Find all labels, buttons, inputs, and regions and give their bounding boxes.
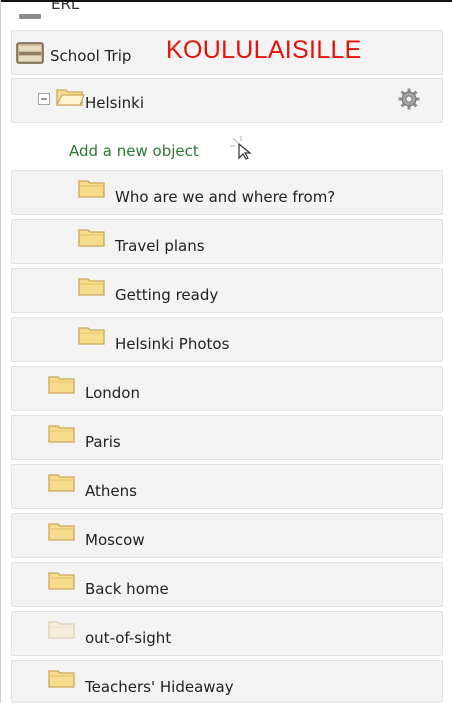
add-new-object-link[interactable]: Add a new object: [69, 142, 199, 160]
gear-icon[interactable]: [398, 88, 420, 110]
list-item-getting-ready[interactable]: Getting ready: [11, 268, 443, 313]
folder-icon: [78, 180, 105, 198]
folder-label: London: [85, 384, 140, 402]
banner-title: KOULULAISILLE: [166, 36, 362, 64]
folder-icon: [48, 425, 75, 443]
folder-label: Back home: [85, 580, 169, 598]
erl-label: ERL: [51, 2, 80, 13]
partial-row-erl[interactable]: ERL: [11, 2, 443, 24]
folder-open-icon: [56, 89, 85, 106]
folder-label: Teachers' Hideaway: [85, 678, 234, 696]
folder-label: Helsinki Photos: [115, 335, 230, 353]
folder-icon: [48, 376, 75, 394]
folder-label: Moscow: [85, 531, 145, 549]
cursor-icon: [230, 136, 252, 160]
folder-tree-panel: ERL School Trip KOULULAISILLE Helsinki A…: [0, 0, 452, 703]
folder-label: Athens: [85, 482, 137, 500]
folder-icon: [48, 670, 75, 688]
folder-icon: [78, 327, 105, 345]
school-trip-label: School Trip: [50, 47, 132, 65]
folder-icon: [48, 523, 75, 541]
folder-label: Who are we and where from?: [115, 188, 336, 206]
folder-icon: [48, 572, 75, 590]
folder-label: out-of-sight: [85, 629, 172, 647]
collapse-icon[interactable]: [38, 93, 50, 105]
faded-folder-icon: [48, 621, 75, 639]
helsinki-label: Helsinki: [85, 94, 145, 112]
erl-icon: [19, 14, 41, 19]
trip-icon: [16, 42, 44, 64]
list-item-helsinki-photos[interactable]: Helsinki Photos: [11, 317, 443, 362]
folder-label: Paris: [85, 433, 121, 451]
folder-label: Travel plans: [115, 237, 205, 255]
list-item-who-are-we[interactable]: Who are we and where from?: [11, 170, 443, 215]
list-item-travel-plans[interactable]: Travel plans: [11, 219, 443, 264]
folder-icon: [48, 474, 75, 492]
folder-icon: [78, 278, 105, 296]
folder-icon: [78, 229, 105, 247]
folder-label: Getting ready: [115, 286, 219, 304]
